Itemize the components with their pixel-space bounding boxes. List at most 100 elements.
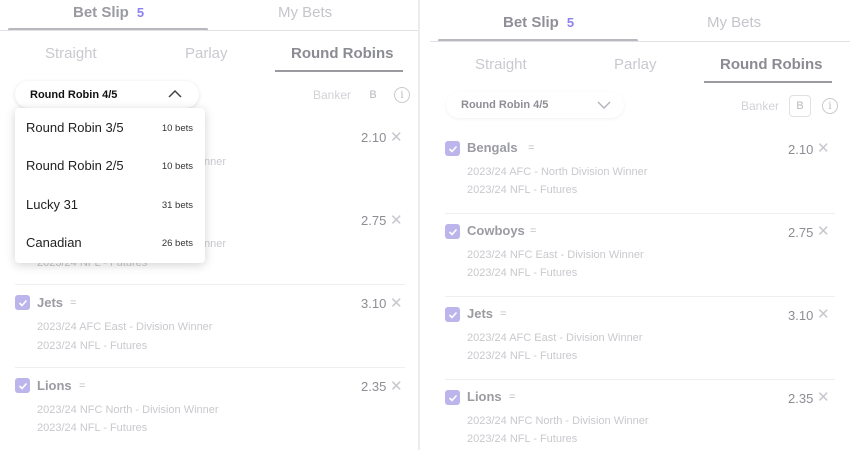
tabs-divider [430, 41, 850, 42]
league-line: 2023/24 NFL - Futures [37, 340, 148, 352]
tab-my-bets-label: My Bets [707, 14, 762, 31]
subtab-straight[interactable]: Straight [475, 56, 527, 73]
banker-label: Banker [313, 88, 352, 102]
close-icon[interactable]: ✕ [817, 305, 830, 323]
dropdown-item-count: 31 bets [161, 200, 193, 211]
selection-row: Bengals = 2.10 ✕ 2023/24 AFC - North Div… [430, 131, 850, 214]
check-icon[interactable] [445, 141, 460, 156]
dropdown-item-round-robin-2-5[interactable]: Round Robin 2/5 10 bets [15, 147, 205, 185]
banker-toggle[interactable]: B [362, 84, 384, 106]
equals-icon: = [500, 308, 507, 320]
tab-bet-slip-label: Bet Slip [503, 14, 559, 31]
selection-row: Jets = 3.10 ✕ 2023/24 AFC East - Divisio… [0, 285, 418, 368]
league-line: 2023/24 NFL - Futures [467, 267, 578, 279]
equals-icon: = [70, 297, 77, 309]
right-bet-slip-panel: Bet Slip 5 My Bets Straight Parlay Round … [430, 0, 850, 450]
equals-icon: = [509, 391, 516, 403]
league-line: 2023/24 NFL - Futures [37, 422, 148, 434]
dropdown-item-count: 10 bets [161, 123, 193, 134]
check-icon[interactable] [445, 307, 460, 322]
market-line: 2023/24 NFC North - Division Winner [467, 415, 649, 427]
odds-value: 2.10 [361, 130, 387, 145]
market-line: 2023/24 NFC East - Division Winner [467, 249, 644, 261]
subtab-round-robins-underline [275, 70, 403, 72]
subtab-parlay-label: Parlay [185, 45, 228, 62]
tab-my-bets-label: My Bets [278, 4, 333, 21]
dropdown-item-count: 10 bets [161, 161, 193, 172]
check-icon[interactable] [445, 224, 460, 239]
market-line: 2023/24 AFC East - Division Winner [37, 321, 213, 333]
check-icon[interactable] [445, 390, 460, 405]
market-line: nner [204, 156, 227, 168]
odds-value: 2.75 [361, 213, 387, 228]
team-name: Jets [37, 295, 64, 310]
tab-my-bets[interactable]: My Bets [707, 14, 761, 31]
check-icon[interactable] [15, 295, 30, 310]
bet-slip-count-badge: 5 [136, 5, 145, 20]
banker-toggle[interactable]: B [789, 95, 811, 117]
round-robin-select[interactable]: Round Robin 4/5 [15, 81, 199, 108]
banker-label: Banker [741, 99, 780, 113]
subtab-straight[interactable]: Straight [45, 45, 97, 62]
team-name: Cowboys [467, 223, 525, 238]
dropdown-item-label: Round Robin 3/5 [26, 120, 124, 135]
close-icon[interactable]: ✕ [390, 128, 403, 146]
close-icon[interactable]: ✕ [390, 211, 403, 229]
league-line: 2023/24 NFL - Futures [467, 433, 578, 445]
equals-icon: = [79, 380, 86, 392]
subtab-round-robins[interactable]: Round Robins [720, 56, 822, 73]
dropdown-item-label: Lucky 31 [26, 197, 79, 212]
odds-value: 3.10 [361, 296, 387, 311]
subtab-straight-label: Straight [45, 45, 97, 62]
info-icon[interactable]: i [394, 87, 410, 103]
chevron-down-icon [596, 99, 612, 114]
market-line: 2023/24 AFC East - Division Winner [467, 332, 643, 344]
info-icon[interactable]: i [822, 98, 838, 114]
market-line: 2023/24 NFC North - Division Winner [37, 404, 219, 416]
close-icon[interactable]: ✕ [390, 377, 403, 395]
odds-value: 3.10 [788, 308, 814, 323]
bet-slip-count-badge: 5 [566, 15, 575, 30]
check-icon[interactable] [15, 378, 30, 393]
selection-row: Lions = 2.35 ✕ 2023/24 NFC North - Divis… [430, 380, 850, 450]
subtab-parlay[interactable]: Parlay [185, 45, 228, 62]
dropdown-item-lucky-31[interactable]: Lucky 31 31 bets [15, 186, 205, 224]
subtab-round-robins[interactable]: Round Robins [291, 45, 393, 62]
odds-value: 2.35 [361, 379, 387, 394]
selection-row: Cowboys = 2.75 ✕ 2023/24 NFC East - Divi… [430, 214, 850, 297]
dropdown-item-round-robin-3-5[interactable]: Round Robin 3/5 10 bets [15, 108, 205, 146]
close-icon[interactable]: ✕ [817, 388, 830, 406]
round-robin-select[interactable]: Round Robin 4/5 [446, 92, 624, 118]
round-robin-select-value: Round Robin 4/5 [30, 88, 118, 101]
close-icon[interactable]: ✕ [817, 222, 830, 240]
subtab-round-robins-label: Round Robins [720, 56, 823, 73]
league-line: 2023/24 NFL - Futures [467, 350, 578, 362]
team-name: Jets [467, 306, 494, 321]
tab-bet-slip[interactable]: Bet Slip 5 [503, 14, 574, 31]
tab-bet-slip[interactable]: Bet Slip 5 [73, 4, 144, 21]
chevron-up-icon [167, 87, 183, 102]
dropdown-item-canadian[interactable]: Canadian 26 bets [15, 224, 205, 262]
round-robin-dropdown-menu: Round Robin 3/5 10 bets Round Robin 2/5 … [15, 108, 205, 263]
close-icon[interactable]: ✕ [390, 294, 403, 312]
subtab-straight-label: Straight [475, 56, 527, 73]
tab-bet-slip-label: Bet Slip [73, 4, 129, 21]
odds-value: 2.75 [788, 225, 814, 240]
tab-my-bets[interactable]: My Bets [278, 4, 332, 21]
panel-divider [418, 0, 420, 450]
odds-value: 2.35 [788, 391, 814, 406]
team-name: Lions [37, 378, 72, 393]
league-line: 2023/24 NFL - Futures [467, 184, 578, 196]
left-bet-slip-panel: Bet Slip 5 My Bets Straight Parlay Round … [0, 0, 418, 450]
dropdown-item-count: 26 bets [161, 238, 193, 249]
subtab-parlay[interactable]: Parlay [614, 56, 657, 73]
dropdown-item-label: Canadian [26, 235, 82, 250]
selection-row: Jets = 3.10 ✕ 2023/24 AFC East - Divisio… [430, 297, 850, 380]
subtab-round-robins-label: Round Robins [291, 45, 394, 62]
close-icon[interactable]: ✕ [817, 139, 830, 157]
tabs-divider [0, 30, 418, 31]
subtab-parlay-label: Parlay [614, 56, 657, 73]
market-line: nner [204, 238, 227, 250]
team-name: Bengals [467, 140, 518, 155]
market-line: 2023/24 AFC - North Division Winner [467, 166, 648, 178]
